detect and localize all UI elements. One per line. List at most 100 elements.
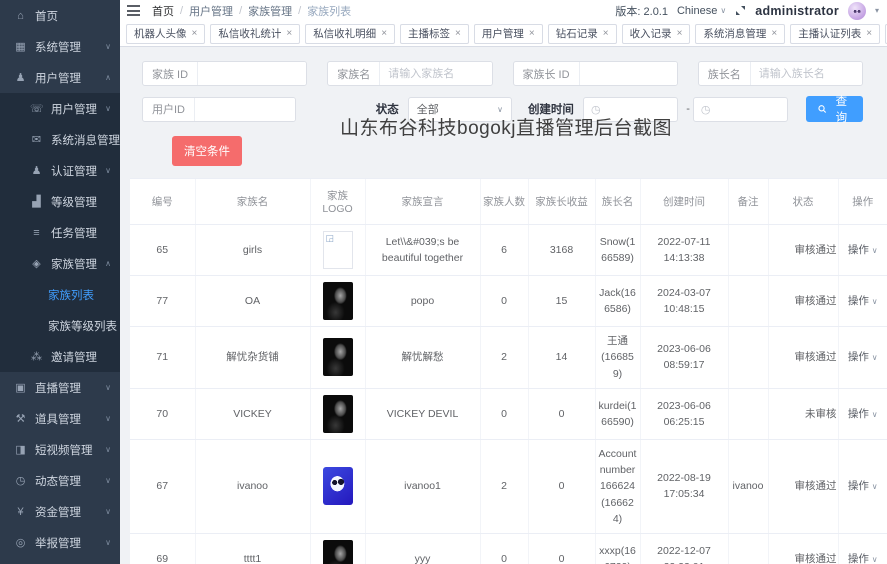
table-row: 71 解忧杂货铺 解忧解愁 2 14 王通(166859) 2023-06-06… — [130, 327, 887, 389]
tab[interactable]: 私信收礼明细 × — [305, 24, 395, 44]
leader-name-group: 族长名 — [698, 61, 863, 86]
language-selector[interactable]: Chinese ∨ — [677, 5, 726, 17]
sidebar-item[interactable]: ✉ 系统消息管理 — [0, 124, 120, 155]
column-header: 家族宣言 — [365, 179, 480, 225]
tab[interactable]: 私信收礼统计 × — [210, 24, 300, 44]
sidebar-item[interactable]: ⁂ 邀请管理 — [0, 341, 120, 372]
chevron-up-icon: ∧ — [105, 259, 111, 268]
sidebar-item[interactable]: 家族列表 — [0, 279, 120, 310]
family-logo-image — [323, 467, 353, 505]
tab-close-icon[interactable]: × — [286, 29, 292, 39]
tab-close-icon[interactable]: × — [381, 29, 387, 39]
tab-close-icon[interactable]: × — [771, 29, 777, 39]
sidebar-item[interactable]: ¥ 资金管理 ∨ — [0, 496, 120, 527]
family-logo-image — [323, 231, 353, 269]
tab-close-icon[interactable]: × — [192, 29, 198, 39]
sidebar-item[interactable]: ▦ 系统管理 ∨ — [0, 31, 120, 62]
sidebar-item[interactable]: ▣ 直播管理 ∨ — [0, 372, 120, 403]
sidebar-item[interactable]: ◎ 举报管理 ∨ — [0, 527, 120, 558]
cell-id: 70 — [130, 388, 195, 439]
sidebar-item[interactable]: ◨ 短视频管理 ∨ — [0, 434, 120, 465]
cell-family-name: girls — [195, 225, 310, 276]
tab[interactable]: 钻石记录 × — [548, 24, 617, 44]
tab[interactable]: 主播标签 × — [400, 24, 469, 44]
cell-motto: VICKEY DEVIL — [365, 388, 480, 439]
family-id-group: 家族 ID — [142, 61, 307, 86]
cell-motto: Let\\&#039;s be beautiful together — [365, 225, 480, 276]
tab[interactable]: 系统消息管理 × — [695, 24, 785, 44]
chevron-up-icon: ∧ — [105, 73, 111, 82]
user-icon: ♟ — [14, 71, 27, 84]
status-label: 状态 — [376, 101, 399, 117]
sidebar-item[interactable]: ≡ 任务管理 — [0, 217, 120, 248]
operation-dropdown-button[interactable]: 操作 ∨ — [848, 408, 878, 420]
username-label[interactable]: administrator — [755, 4, 839, 18]
cell-operation: 操作 ∨ — [838, 388, 887, 439]
breadcrumb-item[interactable]: 家族管理 — [248, 3, 292, 19]
leader-name-input[interactable] — [751, 62, 862, 85]
tab[interactable]: 收入记录 × — [622, 24, 691, 44]
sidebar-menu: ⌂ 首页 ▦ 系统管理 ∨ ♟ 用户管理 ∧ ☏ 用户管理 ∨ ✉ 系统消息管理… — [0, 0, 120, 558]
family-logo-image — [323, 540, 353, 564]
operation-dropdown-button[interactable]: 操作 ∨ — [848, 553, 878, 564]
operation-dropdown-button[interactable]: 操作 ∨ — [848, 351, 878, 363]
breadcrumb-item[interactable]: 用户管理 — [189, 3, 233, 19]
sidebar-item[interactable]: ⚒ 道具管理 ∨ — [0, 403, 120, 434]
tab-close-icon[interactable]: × — [603, 29, 609, 39]
cell-remark — [728, 276, 768, 327]
tab-close-icon[interactable]: × — [866, 29, 872, 39]
created-time-label: 创建时间 — [528, 101, 574, 117]
tab-close-icon[interactable]: × — [529, 29, 535, 39]
family-name-input[interactable] — [380, 62, 491, 85]
user-id-input[interactable] — [195, 98, 295, 121]
status-select[interactable]: 全部 ∨ — [408, 97, 512, 122]
family-table: 编号家族名家族LOGO家族宣言家族人数家族长收益族长名创建时间备注状态操作 65… — [130, 178, 887, 564]
search-button[interactable]: 查询 — [806, 96, 863, 122]
tab[interactable]: 主播认证列表 × — [790, 24, 880, 44]
column-header: 家族长收益 — [528, 179, 595, 225]
funds-icon: ¥ — [14, 506, 27, 518]
sidebar-item[interactable]: ⌂ 首页 — [0, 0, 120, 31]
cell-leader-name: Account number166624(166624) — [595, 439, 640, 533]
cell-motto: yyy — [365, 534, 480, 564]
fullscreen-icon[interactable] — [735, 5, 746, 16]
created-time-from-input[interactable]: ◷ — [583, 97, 678, 122]
operation-dropdown-button[interactable]: 操作 ∨ — [848, 244, 878, 256]
cell-leader-income: 0 — [528, 534, 595, 564]
family-leader-id-input[interactable] — [580, 62, 677, 85]
clear-conditions-button[interactable]: 清空条件 — [172, 136, 242, 166]
cell-created-time: 2022-07-11 14:13:38 — [640, 225, 728, 276]
sidebar-item[interactable]: ☏ 用户管理 ∨ — [0, 93, 120, 124]
cell-leader-income: 3168 — [528, 225, 595, 276]
table-header-row: 编号家族名家族LOGO家族宣言家族人数家族长收益族长名创建时间备注状态操作 — [130, 179, 887, 225]
cell-member-count: 6 — [480, 225, 528, 276]
tab-close-icon[interactable]: × — [455, 29, 461, 39]
hamburger-icon[interactable] — [127, 5, 140, 16]
sidebar-item[interactable]: ♟ 认证管理 ∨ — [0, 155, 120, 186]
breadcrumb-item[interactable]: 首页 — [152, 3, 174, 19]
user-id-label: 用户ID — [143, 98, 195, 121]
sidebar-item[interactable]: ◷ 动态管理 ∨ — [0, 465, 120, 496]
chevron-down-icon: ∨ — [872, 482, 878, 491]
breadcrumb-separator: / — [298, 5, 301, 17]
live-icon: ▣ — [14, 381, 27, 394]
language-label: Chinese — [677, 5, 717, 17]
tab[interactable]: 用户管理 × — [474, 24, 543, 44]
sidebar-item[interactable]: 家族等级列表 — [0, 310, 120, 341]
sidebar-item[interactable]: ◈ 家族管理 ∧ — [0, 248, 120, 279]
created-time-to-input[interactable]: ◷ — [693, 97, 788, 122]
avatar[interactable] — [848, 2, 866, 20]
tab[interactable]: 机器人头像 × — [126, 24, 205, 44]
tab-close-icon[interactable]: × — [677, 29, 683, 39]
cell-id: 69 — [130, 534, 195, 564]
sidebar-item[interactable]: ▟ 等级管理 — [0, 186, 120, 217]
operation-dropdown-button[interactable]: 操作 ∨ — [848, 480, 878, 492]
sidebar-item[interactable]: ♟ 用户管理 ∧ — [0, 62, 120, 93]
cell-remark — [728, 327, 768, 389]
family-icon: ◈ — [30, 257, 43, 270]
cell-leader-name: xxxp(166729) — [595, 534, 640, 564]
family-id-input[interactable] — [198, 62, 306, 85]
cell-leader-income: 0 — [528, 439, 595, 533]
cell-leader-name: Jack(166586) — [595, 276, 640, 327]
operation-dropdown-button[interactable]: 操作 ∨ — [848, 295, 878, 307]
